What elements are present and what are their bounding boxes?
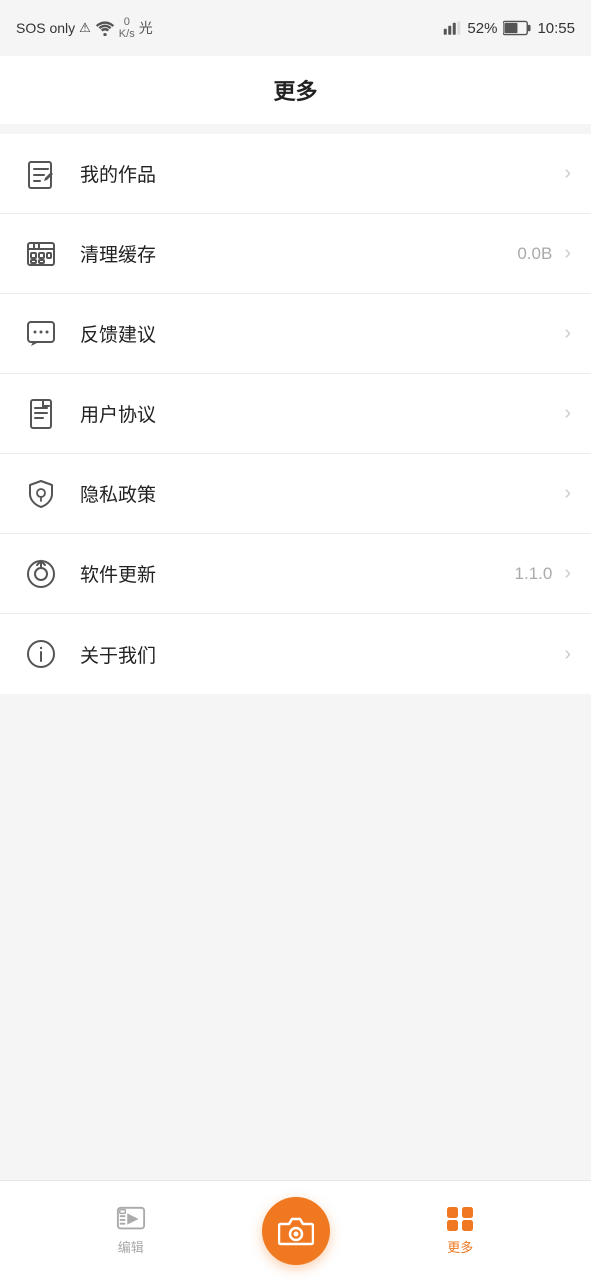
nav-more[interactable]: 更多 [330, 1205, 591, 1256]
camera-icon [278, 1213, 314, 1249]
data-icon: 光 [139, 18, 153, 38]
menu-label-clear-cache: 清理缓存 [80, 240, 517, 267]
menu-item-user-agreement[interactable]: 用户协议 › [0, 374, 591, 454]
warning-icon: ⚠ [79, 20, 91, 36]
chevron-icon: › [564, 402, 571, 425]
edit-icon [20, 153, 62, 195]
menu-item-feedback[interactable]: 反馈建议 › [0, 294, 591, 374]
page-header: 更多 [0, 56, 591, 124]
nav-camera-button[interactable] [262, 1197, 330, 1265]
menu-label-about-us: 关于我们 [80, 641, 560, 668]
chevron-icon: › [564, 643, 571, 666]
page-title: 更多 [273, 79, 317, 104]
nav-edit[interactable]: 编辑 [0, 1205, 262, 1256]
menu-list: 我的作品 › 清理缓存 0.0B › 反馈建议 [0, 134, 591, 694]
menu-item-software-update[interactable]: 软件更新 1.1.0 › [0, 534, 591, 614]
nav-edit-label: 编辑 [118, 1237, 144, 1256]
status-bar: SOS only ⚠ 0K/s 光 52% 10:55 [0, 0, 591, 56]
menu-item-about-us[interactable]: 关于我们 › [0, 614, 591, 694]
nav-more-label: 更多 [447, 1237, 473, 1256]
battery-percent: 52% [467, 20, 497, 37]
menu-item-clear-cache[interactable]: 清理缓存 0.0B › [0, 214, 591, 294]
menu-label-my-works: 我的作品 [80, 160, 560, 187]
menu-label-feedback: 反馈建议 [80, 320, 560, 347]
battery-icon [503, 20, 531, 36]
signal-icon [443, 20, 461, 36]
edit-icon [116, 1205, 146, 1233]
menu-label-software-update: 软件更新 [80, 560, 515, 587]
shield-icon [20, 473, 62, 515]
update-icon [20, 553, 62, 595]
chevron-icon: › [564, 562, 571, 585]
time: 10:55 [537, 20, 575, 37]
chevron-icon: › [564, 242, 571, 265]
status-right: 52% 10:55 [443, 20, 575, 37]
chevron-icon: › [564, 322, 571, 345]
cache-icon [20, 233, 62, 275]
menu-value-software-update: 1.1.0 [515, 564, 553, 584]
menu-item-privacy-policy[interactable]: 隐私政策 › [0, 454, 591, 534]
doc-icon [20, 393, 62, 435]
feedback-icon [20, 313, 62, 355]
chevron-icon: › [564, 482, 571, 505]
network-speed: 0K/s [119, 16, 135, 40]
menu-item-my-works[interactable]: 我的作品 › [0, 134, 591, 214]
sos-text: SOS only [16, 20, 75, 36]
chevron-icon: › [564, 162, 571, 185]
wifi-icon [95, 20, 115, 36]
status-left: SOS only ⚠ 0K/s 光 [16, 16, 153, 40]
menu-label-privacy-policy: 隐私政策 [80, 480, 560, 507]
menu-label-user-agreement: 用户协议 [80, 400, 560, 427]
bottom-nav: 编辑 更多 [0, 1180, 591, 1280]
menu-value-clear-cache: 0.0B [517, 244, 552, 264]
info-icon [20, 633, 62, 675]
more-icon [445, 1205, 475, 1233]
